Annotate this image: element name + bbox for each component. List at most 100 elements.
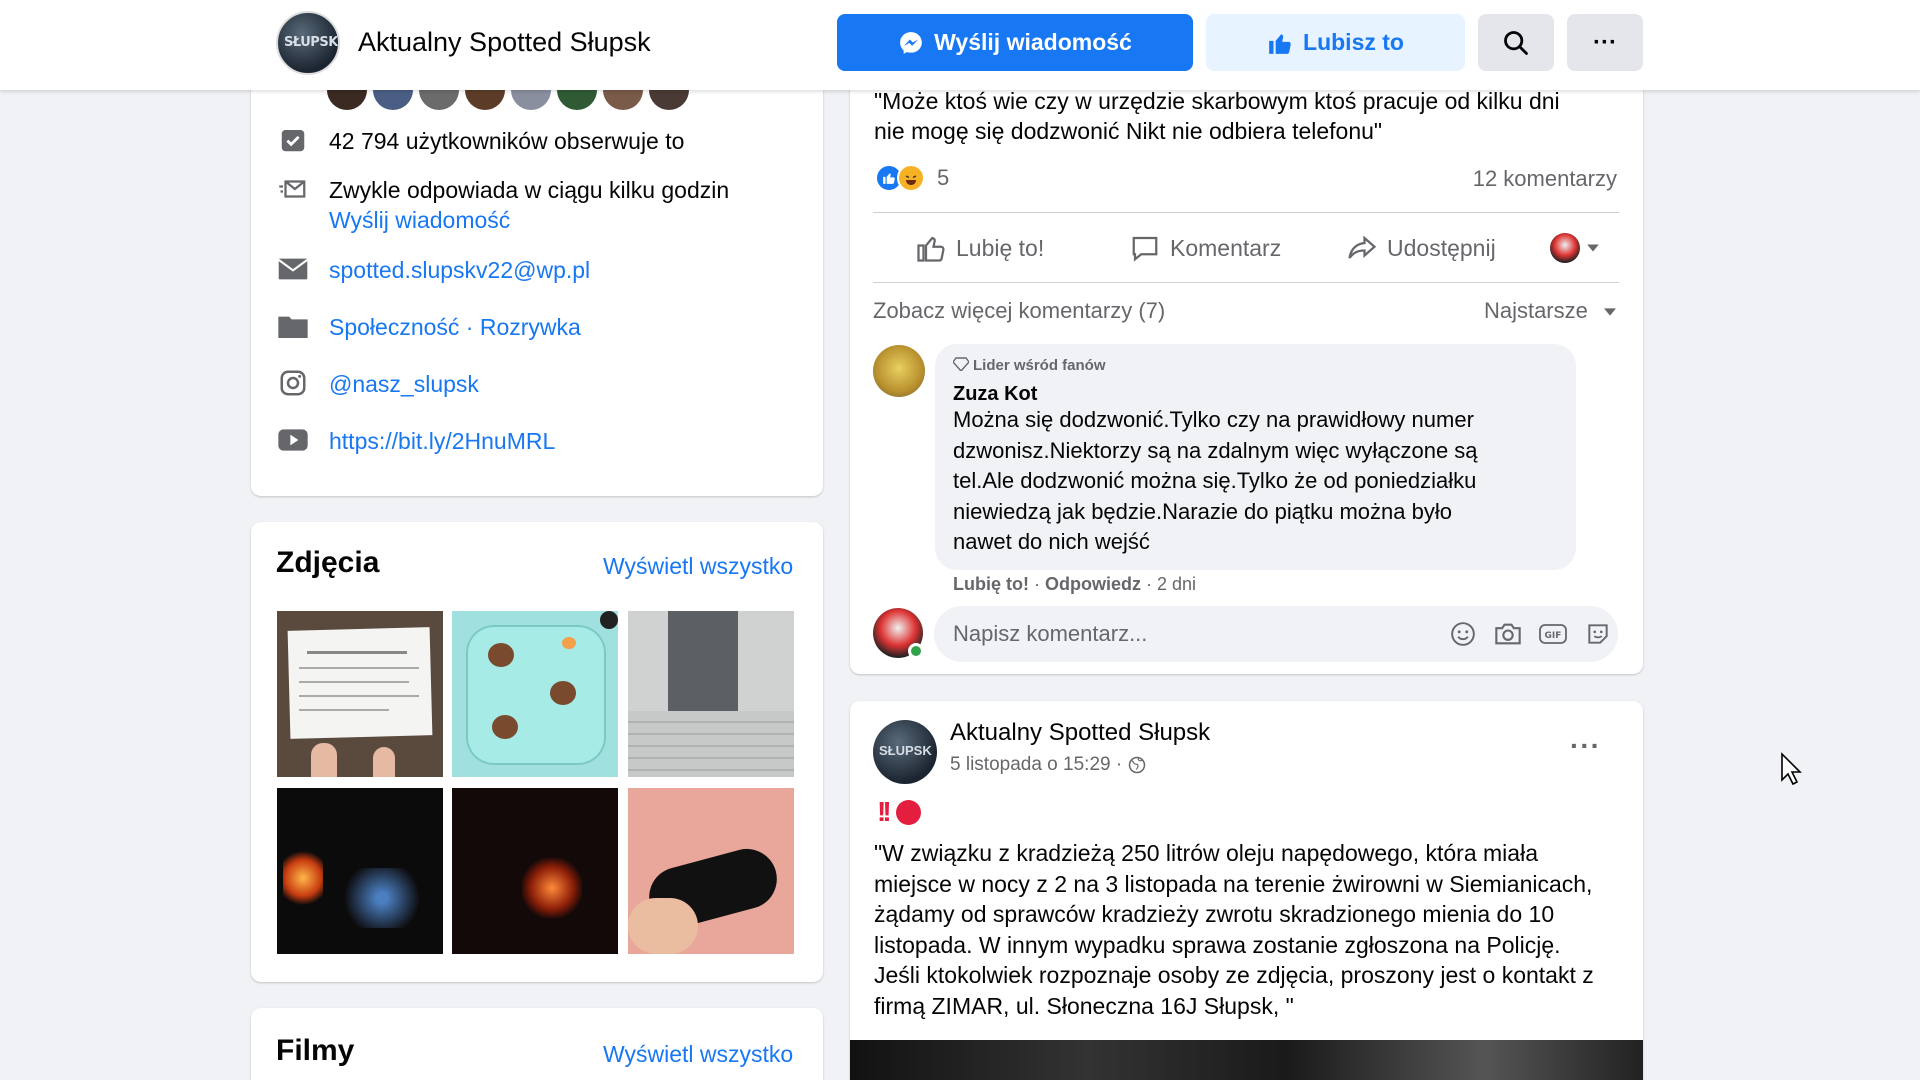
photo-thumbnail-earbuds-case[interactable] — [628, 788, 794, 954]
meta-separator: · — [1028, 574, 1045, 594]
avatar-logo-text: SŁUPSK — [879, 743, 932, 758]
check-icon — [277, 126, 309, 154]
post-text-line: "W związku z kradzieżą 250 litrów oleju … — [874, 840, 1538, 866]
double-exclamation-icon: !! — [877, 796, 892, 827]
commenter-name[interactable]: Zuza Kot — [953, 383, 1037, 406]
instagram-icon — [277, 369, 309, 397]
comment-text-line: niewiedzą jak będzie.Narazie do piątku m… — [953, 498, 1452, 524]
share-action-button[interactable]: Udostępnij — [1347, 228, 1496, 268]
react-as-selector[interactable] — [1550, 228, 1600, 268]
photo-thumbnail-document[interactable] — [277, 611, 443, 777]
chevron-down-icon — [1587, 244, 1599, 252]
comment-text: Można się dodzwonić.Tylko czy na prawidł… — [953, 405, 1563, 558]
online-status-dot — [908, 643, 924, 659]
like-page-button[interactable]: Lubisz to — [1206, 14, 1465, 71]
top-fan-badge-label: Lider wśród fanów — [973, 357, 1106, 374]
comment-reply-button[interactable]: Odpowiedz — [1045, 574, 1141, 594]
comment-time: · 2 dni — [1140, 574, 1197, 594]
photos-title: Zdjęcia — [276, 546, 380, 579]
category-info: Społeczność · Rozrywka — [277, 312, 581, 342]
gif-icon-label: GIF — [1545, 631, 1562, 641]
comment-meta: Lubię to! · Odpowiedz · 2 dni — [953, 574, 1196, 595]
divider — [873, 282, 1619, 283]
comment-text-line: Można się dodzwonić.Tylko czy na prawidł… — [953, 407, 1474, 432]
instagram-link[interactable]: @nasz_slupsk — [329, 369, 479, 399]
post-timestamp-link[interactable]: 5 listopada o 15:29 · — [950, 754, 1122, 776]
send-message-label: Wyślij wiadomość — [934, 29, 1132, 55]
response-time-text: Zwykle odpowiada w ciągu kilku godzin — [329, 177, 730, 203]
haha-reaction-icon — [897, 164, 925, 192]
thumbs-up-outline-icon — [917, 236, 945, 262]
post-author-name[interactable]: Aktualny Spotted Słupsk — [950, 719, 1210, 747]
website-link[interactable]: https://bit.ly/2HnuMRL — [329, 426, 555, 456]
photo-thumbnail-door[interactable] — [628, 611, 794, 777]
top-fan-badge: Lider wśród fanów — [952, 357, 1106, 374]
post-text-line: firmą ZIMAR, ul. Słoneczna 16J Słupsk, " — [874, 992, 1294, 1019]
reaction-count: 5 — [937, 165, 950, 190]
commenter-avatar[interactable] — [873, 345, 925, 397]
search-button[interactable] — [1478, 14, 1554, 71]
post-emoji-line: !! — [877, 796, 921, 828]
post-options-button[interactable]: ··· — [1570, 730, 1601, 762]
post-text-line: nie mogę się dodzwonić Nikt nie odbiera … — [874, 118, 1383, 144]
more-icon: ··· — [1593, 28, 1617, 56]
post-author-avatar[interactable]: SŁUPSK — [873, 720, 937, 784]
like-action-label: Lubię to! — [956, 234, 1045, 261]
photos-see-all-link[interactable]: Wyświetl wszystko — [603, 553, 793, 580]
instagram-info: @nasz_slupsk — [277, 369, 479, 399]
globe-icon — [1128, 756, 1146, 774]
share-icon — [1348, 235, 1377, 259]
post-image[interactable] — [850, 1040, 1643, 1080]
chevron-down-icon — [1604, 308, 1616, 316]
sticker-icon[interactable] — [1584, 620, 1612, 648]
red-circle-icon — [895, 799, 921, 825]
like-action-button[interactable]: Lubię to! — [916, 228, 1044, 268]
films-see-all-link[interactable]: Wyświetl wszystko — [603, 1041, 793, 1068]
email-link[interactable]: spotted.slupskv22@wp.pl — [329, 255, 590, 285]
search-icon — [1504, 30, 1528, 55]
email-info: spotted.slupskv22@wp.pl — [277, 255, 590, 285]
category-link-entertainment[interactable]: Rozrywka — [480, 314, 581, 340]
category-separator: · — [459, 314, 480, 340]
post-meta: 5 listopada o 15:29 · — [950, 754, 1146, 776]
comment-text-line: nawet do nich wejść — [953, 529, 1150, 554]
send-message-link[interactable]: Wyślij wiadomość — [329, 205, 729, 235]
comments-count-link[interactable]: 12 komentarzy — [1473, 166, 1617, 192]
avatar — [1550, 233, 1580, 263]
avatar-logo-text: SŁUPSK — [284, 35, 338, 50]
share-action-label: Udostępnij — [1387, 234, 1496, 261]
messenger-icon — [900, 31, 922, 54]
youtube-icon — [277, 426, 309, 454]
page-header: SŁUPSK Aktualny Spotted Słupsk Wyślij wi… — [0, 0, 1920, 90]
followers-count: 42 794 użytkowników obserwuje to — [329, 128, 685, 154]
comment-action-button[interactable]: Komentarz — [1130, 228, 1281, 268]
post-text-line: "Może ktoś wie czy w urzędzie skarbowym … — [874, 88, 1560, 114]
mouse-cursor-icon — [1781, 752, 1802, 786]
post-text-line: miejsce w nocy z 2 na 3 listopada na ter… — [874, 870, 1593, 897]
comment-action-label: Komentarz — [1170, 234, 1282, 261]
page-avatar[interactable]: SŁUPSK — [276, 11, 340, 75]
gif-icon[interactable]: GIF — [1539, 620, 1567, 648]
camera-icon[interactable] — [1494, 620, 1522, 648]
envelope-icon — [277, 255, 309, 283]
photo-thumbnail-bear-pouch[interactable] — [452, 611, 618, 777]
category-link-community[interactable]: Społeczność — [329, 314, 459, 340]
send-message-button[interactable]: Wyślij wiadomość — [837, 14, 1193, 71]
comment-text-line: tel.Ale dodzwonić można się.Tylko że od … — [953, 468, 1477, 493]
reactions-summary[interactable]: 5 — [875, 164, 949, 192]
comment-like-button[interactable]: Lubię to! — [953, 574, 1029, 594]
divider — [873, 212, 1619, 213]
photo-thumbnail-night-fire[interactable] — [452, 788, 618, 954]
page-title[interactable]: Aktualny Spotted Słupsk — [358, 27, 651, 58]
more-options-button[interactable]: ··· — [1567, 14, 1643, 71]
photo-thumbnail-fire[interactable] — [277, 788, 443, 954]
comment-sort-dropdown[interactable]: Najstarsze — [1484, 298, 1618, 324]
folder-icon — [277, 312, 309, 340]
diamond-icon — [952, 357, 970, 373]
response-time-info: Zwykle odpowiada w ciągu kilku godzin Wy… — [277, 175, 729, 235]
like-page-label: Lubisz to — [1303, 29, 1404, 55]
emoji-icon[interactable] — [1449, 620, 1477, 648]
view-more-comments-link[interactable]: Zobacz więcej komentarzy (7) — [873, 298, 1165, 324]
followers-info: 42 794 użytkowników obserwuje to — [277, 126, 684, 156]
envelope-fast-icon — [277, 175, 309, 203]
